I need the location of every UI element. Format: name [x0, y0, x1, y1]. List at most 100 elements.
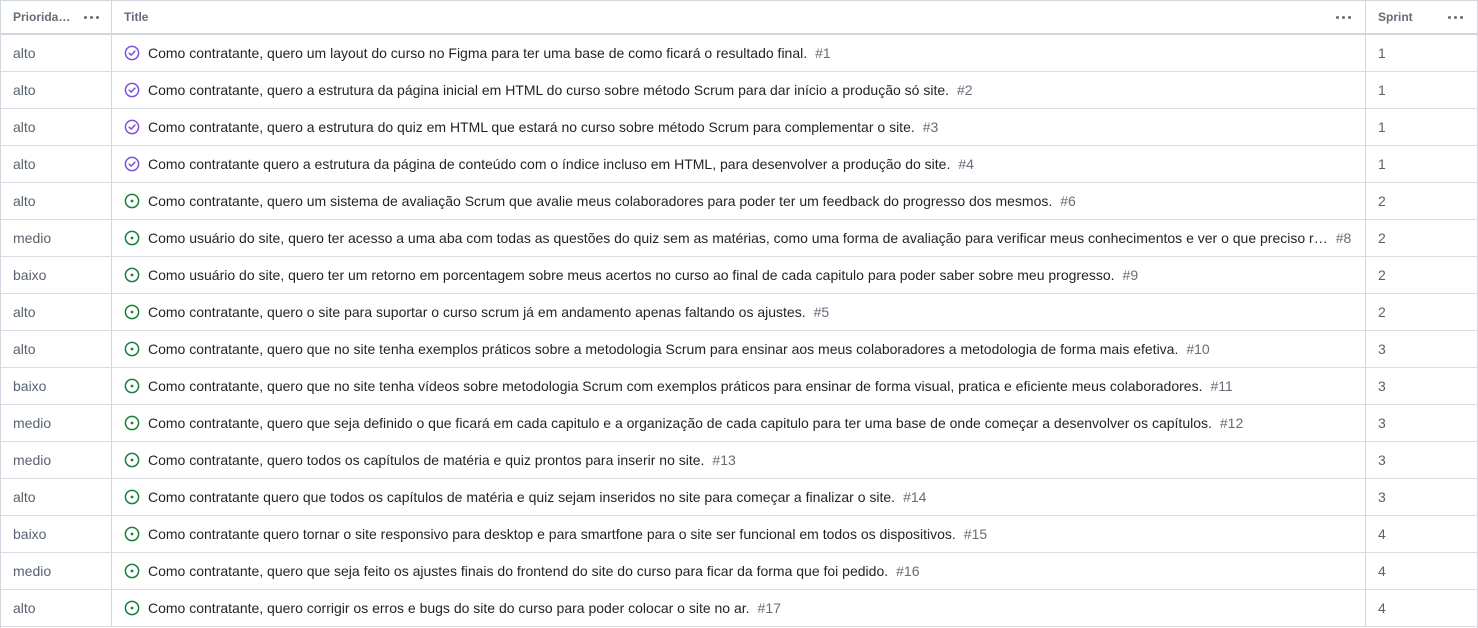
- table-row[interactable]: alto Como contratante quero a estrutura d…: [1, 146, 1477, 183]
- issue-title-link[interactable]: Como contratante, quero a estrutura da p…: [148, 82, 949, 98]
- priority-cell[interactable]: medio: [1, 553, 112, 589]
- priority-cell[interactable]: baixo: [1, 516, 112, 552]
- sprint-cell[interactable]: 2: [1366, 294, 1477, 330]
- table-row[interactable]: medio Como contratante, quero todos os ca…: [1, 442, 1477, 479]
- issue-title-link[interactable]: Como contratante quero que todos os capí…: [148, 489, 895, 505]
- priority-cell[interactable]: alto: [1, 590, 112, 626]
- issue-open-icon: [124, 230, 140, 246]
- table-row[interactable]: baixo Como contratante quero tornar o sit…: [1, 516, 1477, 553]
- table-row[interactable]: alto Como contratante, quero a estrutura …: [1, 109, 1477, 146]
- column-header-title-label: Title: [124, 10, 149, 24]
- title-cell[interactable]: Como contratante, quero corrigir os erro…: [112, 590, 1366, 626]
- sprint-cell[interactable]: 1: [1366, 109, 1477, 145]
- issue-number: #9: [1122, 267, 1139, 283]
- title-cell[interactable]: Como contratante quero que todos os capí…: [112, 479, 1366, 515]
- table-row[interactable]: medio Como contratante, quero que seja de…: [1, 405, 1477, 442]
- column-header-sprint[interactable]: Sprint: [1366, 1, 1477, 33]
- issue-title-link[interactable]: Como contratante, quero que no site tenh…: [148, 378, 1202, 394]
- title-cell[interactable]: Como contratante quero a estrutura da pá…: [112, 146, 1366, 182]
- priority-cell[interactable]: baixo: [1, 368, 112, 404]
- table-row[interactable]: alto Como contratante, quero o site para …: [1, 294, 1477, 331]
- sprint-cell[interactable]: 1: [1366, 146, 1477, 182]
- issue-title-link[interactable]: Como contratante, quero o site para supo…: [148, 304, 806, 320]
- sprint-cell[interactable]: 4: [1366, 516, 1477, 552]
- issue-title-link[interactable]: Como contratante quero tornar o site res…: [148, 526, 956, 542]
- check-circle-icon: [124, 156, 140, 172]
- issue-title-link[interactable]: Como contratante, quero que no site tenh…: [148, 341, 1178, 357]
- priority-cell[interactable]: alto: [1, 183, 112, 219]
- title-cell[interactable]: Como contratante, quero que no site tenh…: [112, 331, 1366, 367]
- table-row[interactable]: medio Como contratante, quero que seja fe…: [1, 553, 1477, 590]
- table-row[interactable]: alto Como contratante, quero que no site …: [1, 331, 1477, 368]
- priority-cell[interactable]: alto: [1, 35, 112, 71]
- title-cell[interactable]: Como usuário do site, quero ter acesso a…: [112, 220, 1366, 256]
- title-cell[interactable]: Como contratante, quero que no site tenh…: [112, 368, 1366, 404]
- issue-number: #3: [922, 119, 939, 135]
- issue-open-icon: [124, 378, 140, 394]
- priority-cell[interactable]: medio: [1, 220, 112, 256]
- priority-cell[interactable]: alto: [1, 331, 112, 367]
- priority-cell[interactable]: medio: [1, 405, 112, 441]
- title-cell[interactable]: Como contratante, quero que seja feito o…: [112, 553, 1366, 589]
- priority-cell[interactable]: medio: [1, 442, 112, 478]
- title-cell[interactable]: Como contratante, quero que seja definid…: [112, 405, 1366, 441]
- title-cell[interactable]: Como contratante, quero todos os capítul…: [112, 442, 1366, 478]
- sprint-cell[interactable]: 4: [1366, 553, 1477, 589]
- sprint-cell[interactable]: 2: [1366, 220, 1477, 256]
- column-options-icon[interactable]: [1334, 9, 1353, 25]
- issue-title-link[interactable]: Como contratante, quero que seja feito o…: [148, 563, 888, 579]
- sprint-cell[interactable]: 3: [1366, 331, 1477, 367]
- table-row[interactable]: baixo Como contratante, quero que no site…: [1, 368, 1477, 405]
- issue-title-link[interactable]: Como contratante, quero um sistema de av…: [148, 193, 1052, 209]
- issue-number: #6: [1060, 193, 1076, 209]
- table-row[interactable]: medio Como usuário do site, quero ter ace…: [1, 220, 1477, 257]
- sprint-cell[interactable]: 2: [1366, 257, 1477, 293]
- table-row[interactable]: alto Como contratante, quero corrigir os …: [1, 590, 1477, 627]
- table-row[interactable]: alto Como contratante quero que todos os …: [1, 479, 1477, 516]
- title-cell[interactable]: Como contratante, quero a estrutura do q…: [112, 109, 1366, 145]
- sprint-cell[interactable]: 3: [1366, 479, 1477, 515]
- sprint-cell[interactable]: 3: [1366, 405, 1477, 441]
- table-row[interactable]: baixo Como usuário do site, quero ter um …: [1, 257, 1477, 294]
- issue-title-link[interactable]: Como usuário do site, quero ter um retor…: [148, 267, 1115, 283]
- table-row[interactable]: alto Como contratante, quero a estrutura …: [1, 72, 1477, 109]
- priority-cell[interactable]: alto: [1, 146, 112, 182]
- issue-title-link[interactable]: Como usuário do site, quero ter acesso a…: [148, 230, 1328, 246]
- sprint-cell[interactable]: 3: [1366, 368, 1477, 404]
- column-options-icon[interactable]: [1446, 9, 1465, 25]
- column-header-title[interactable]: Title: [112, 1, 1366, 33]
- issue-title-link[interactable]: Como contratante quero a estrutura da pá…: [148, 156, 950, 172]
- priority-cell[interactable]: baixo: [1, 257, 112, 293]
- title-cell[interactable]: Como contratante, quero o site para supo…: [112, 294, 1366, 330]
- priority-cell[interactable]: alto: [1, 479, 112, 515]
- issue-number: #14: [903, 489, 927, 505]
- column-options-icon[interactable]: [82, 9, 101, 25]
- table-row[interactable]: alto Como contratante, quero um layout do…: [1, 35, 1477, 72]
- title-cell[interactable]: Como contratante quero tornar o site res…: [112, 516, 1366, 552]
- title-cell[interactable]: Como contratante, quero um layout do cur…: [112, 35, 1366, 71]
- table-row[interactable]: alto Como contratante, quero um sistema d…: [1, 183, 1477, 220]
- priority-cell[interactable]: alto: [1, 294, 112, 330]
- column-header-priority-label: Prioridade: [13, 10, 71, 24]
- check-circle-icon: [124, 82, 140, 98]
- issue-title-link[interactable]: Como contratante, quero corrigir os erro…: [148, 600, 750, 616]
- sprint-cell[interactable]: 3: [1366, 442, 1477, 478]
- sprint-cell[interactable]: 1: [1366, 35, 1477, 71]
- title-cell[interactable]: Como contratante, quero a estrutura da p…: [112, 72, 1366, 108]
- sprint-cell[interactable]: 1: [1366, 72, 1477, 108]
- sprint-cell[interactable]: 2: [1366, 183, 1477, 219]
- priority-cell[interactable]: alto: [1, 72, 112, 108]
- priority-cell[interactable]: alto: [1, 109, 112, 145]
- issue-title-link[interactable]: Como contratante, quero a estrutura do q…: [148, 119, 915, 135]
- issue-title-link[interactable]: Como contratante, quero que seja definid…: [148, 415, 1212, 431]
- title-cell[interactable]: Como contratante, quero um sistema de av…: [112, 183, 1366, 219]
- column-header-priority[interactable]: Prioridade: [1, 1, 112, 33]
- title-cell[interactable]: Como usuário do site, quero ter um retor…: [112, 257, 1366, 293]
- project-table: Prioridade Title Sprint alto Como contrat…: [0, 0, 1478, 628]
- issue-number: #13: [712, 452, 736, 468]
- issue-title-link[interactable]: Como contratante, quero um layout do cur…: [148, 45, 807, 61]
- issue-open-icon: [124, 304, 140, 320]
- sprint-cell[interactable]: 4: [1366, 590, 1477, 626]
- issue-title-link[interactable]: Como contratante, quero todos os capítul…: [148, 452, 704, 468]
- column-header-sprint-label: Sprint: [1378, 10, 1413, 24]
